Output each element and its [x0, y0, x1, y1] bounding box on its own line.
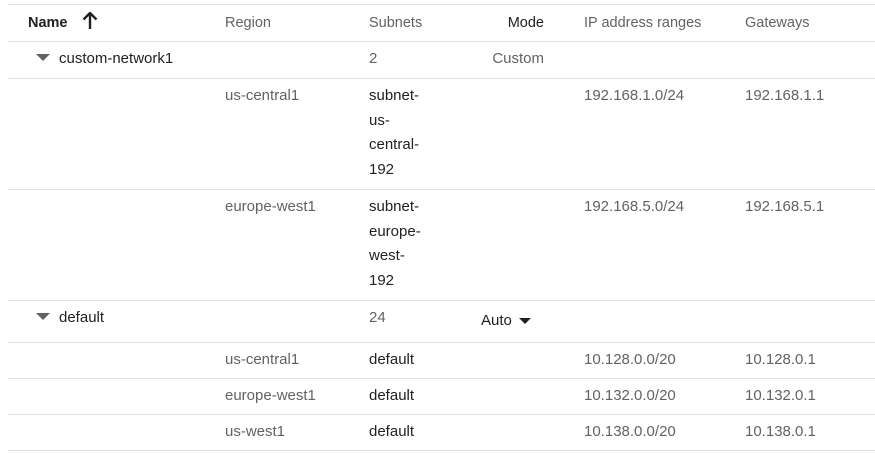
- column-header-name-label: Name: [28, 15, 68, 31]
- network-mode: Custom: [492, 50, 544, 67]
- subnet-ip-range: 192.168.5.0/24: [584, 198, 685, 215]
- subnet-name[interactable]: default: [369, 384, 414, 409]
- network-name-cell: custom-network1: [36, 47, 173, 72]
- subnet-ip-range: 10.128.0.0/20: [584, 351, 676, 368]
- mode-dropdown-value: Auto: [481, 312, 512, 329]
- subnet-gateway: 10.138.0.1: [745, 423, 816, 440]
- mode-dropdown[interactable]: Auto: [481, 309, 531, 334]
- column-header-region[interactable]: Region: [225, 11, 271, 36]
- subnet-ip-range: 10.138.0.0/20: [584, 423, 676, 440]
- network-name: default: [59, 309, 105, 326]
- network-name: custom-network1: [59, 50, 174, 67]
- subnet-region: us-west1: [225, 423, 286, 440]
- subnet-row: us-central1 default 10.128.0.0/20 10.128…: [8, 343, 875, 379]
- column-header-gateways[interactable]: Gateways: [745, 11, 809, 36]
- subnet-name-line: west-: [369, 247, 405, 264]
- subnet-row: us-central1 subnet- us- central- 192 192…: [8, 79, 875, 190]
- column-header-ip-ranges[interactable]: IP address ranges: [584, 11, 701, 36]
- vpc-networks-table: Name Region Subnets Mode IP address rang…: [8, 4, 875, 451]
- subnet-name-line: us-: [369, 111, 390, 129]
- subnet-gateway: 10.128.0.1: [745, 351, 816, 368]
- caret-down-icon[interactable]: [36, 53, 50, 61]
- column-header-subnets[interactable]: Subnets: [369, 11, 422, 36]
- subnet-ip-range: 10.132.0.0/20: [584, 387, 676, 404]
- subnet-name-line: central-: [369, 136, 420, 153]
- subnet-name[interactable]: subnet- us- central- 192: [369, 84, 439, 182]
- subnet-name-line: 192: [369, 271, 395, 289]
- subnet-ip-range: 192.168.1.0/24: [584, 87, 685, 104]
- subnet-name[interactable]: default: [369, 348, 414, 373]
- subnet-row: europe-west1 subnet- europe- west- 192 1…: [8, 190, 875, 301]
- subnet-name-line: europe-: [369, 222, 421, 240]
- network-subnet-count: 24: [369, 309, 386, 326]
- network-name-cell: default: [36, 306, 104, 331]
- column-header-mode[interactable]: Mode: [448, 11, 544, 36]
- caret-down-icon[interactable]: [36, 312, 50, 320]
- subnet-gateway: 10.132.0.1: [745, 387, 816, 404]
- subnet-name-line: subnet-: [369, 198, 420, 215]
- subnet-region: europe-west1: [225, 198, 316, 215]
- subnet-name[interactable]: default: [369, 420, 414, 445]
- sort-ascending-icon[interactable]: [82, 12, 98, 30]
- dropdown-caret-icon: [518, 318, 531, 325]
- subnet-name-line: 192: [369, 160, 395, 178]
- subnet-name[interactable]: subnet- europe- west- 192: [369, 195, 439, 293]
- subnet-row: us-west1 default 10.138.0.0/20 10.138.0.…: [8, 415, 875, 451]
- subnet-gateway: 192.168.1.1: [745, 87, 825, 104]
- subnet-region: us-central1: [225, 351, 300, 368]
- table-header: Name Region Subnets Mode IP address rang…: [8, 5, 875, 42]
- network-row-custom-network1: custom-network1 2 Custom: [8, 42, 875, 79]
- network-row-default: default 24 Auto: [8, 301, 875, 343]
- subnet-name-line: subnet-: [369, 87, 420, 104]
- subnet-region: europe-west1: [225, 387, 316, 404]
- network-subnet-count: 2: [369, 50, 378, 67]
- subnet-row: europe-west1 default 10.132.0.0/20 10.13…: [8, 379, 875, 415]
- subnet-gateway: 192.168.5.1: [745, 198, 825, 215]
- subnet-region: us-central1: [225, 87, 300, 104]
- column-header-name[interactable]: Name: [28, 11, 98, 36]
